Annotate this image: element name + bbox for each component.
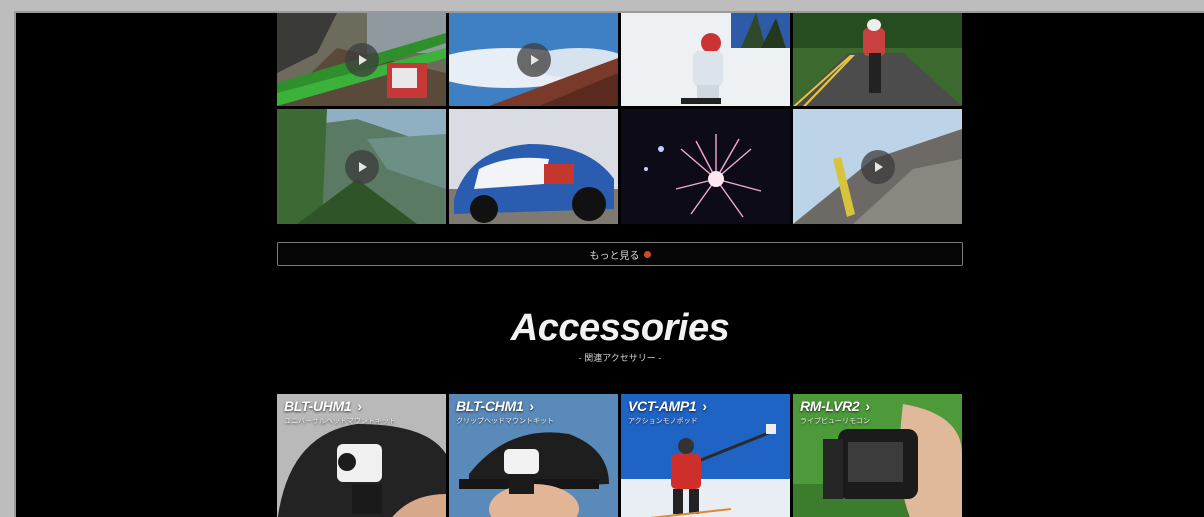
accessory-name: アクションモノポッド bbox=[628, 418, 698, 425]
accessory-card-rm-lvr2[interactable]: RM-LVR2 › ライブビューリモコン bbox=[793, 394, 962, 517]
section-subtitle: - 関連アクセサリー - bbox=[578, 353, 662, 363]
page-frame: もっと見る Accessories - 関連アクセサリー - BLT-UHM1 › bbox=[14, 11, 1204, 517]
accessory-model-label: RM-LVR2 bbox=[800, 398, 860, 414]
arrow-right-icon bbox=[643, 250, 651, 258]
video-thumb-5[interactable] bbox=[277, 109, 446, 224]
accessory-model: VCT-AMP1 › bbox=[628, 398, 707, 414]
video-thumb-image bbox=[449, 109, 618, 224]
accessory-model: BLT-UHM1 › bbox=[284, 398, 362, 414]
video-thumb-2[interactable] bbox=[449, 13, 618, 106]
video-thumb-3[interactable] bbox=[621, 13, 790, 106]
see-more-button[interactable]: もっと見る bbox=[277, 242, 963, 266]
play-icon[interactable] bbox=[516, 42, 551, 77]
video-thumb-image bbox=[621, 109, 790, 224]
accessory-model: RM-LVR2 › bbox=[800, 398, 870, 414]
accessory-name: クリップヘッドマウントキット bbox=[456, 418, 554, 425]
video-gallery bbox=[277, 13, 963, 224]
video-thumb-6[interactable] bbox=[449, 109, 618, 224]
chevron-right-icon: › bbox=[702, 398, 707, 414]
accessory-model-label: BLT-CHM1 bbox=[456, 398, 524, 414]
accessory-model: BLT-CHM1 › bbox=[456, 398, 534, 414]
see-more-label: もっと見る bbox=[589, 250, 640, 262]
accessory-card-blt-uhm1[interactable]: BLT-UHM1 › ユニバーサルヘッドマウントキット bbox=[277, 394, 446, 517]
accessory-card-blt-chm1[interactable]: BLT-CHM1 › クリップヘッドマウントキット bbox=[449, 394, 618, 517]
play-icon[interactable] bbox=[860, 149, 895, 184]
video-thumb-image bbox=[621, 13, 790, 106]
chevron-right-icon: › bbox=[865, 398, 870, 414]
accessories-grid: BLT-UHM1 › ユニバーサルヘッドマウントキット BLT-CHM1 › クリッ… bbox=[277, 394, 963, 517]
accessory-model-label: VCT-AMP1 bbox=[628, 398, 697, 414]
accessory-name: ユニバーサルヘッドマウントキット bbox=[284, 418, 396, 425]
accessory-name: ライブビューリモコン bbox=[800, 418, 870, 425]
play-icon[interactable] bbox=[344, 42, 379, 77]
video-thumb-8[interactable] bbox=[793, 109, 962, 224]
chevron-right-icon: › bbox=[357, 398, 362, 414]
video-thumb-4[interactable] bbox=[793, 13, 962, 106]
accessory-card-vct-amp1[interactable]: VCT-AMP1 › アクションモノポッド bbox=[621, 394, 790, 517]
play-icon[interactable] bbox=[344, 149, 379, 184]
video-thumb-7[interactable] bbox=[621, 109, 790, 224]
video-thumb-image bbox=[793, 13, 962, 106]
accessory-model-label: BLT-UHM1 bbox=[284, 398, 352, 414]
chevron-right-icon: › bbox=[529, 398, 534, 414]
video-thumb-1[interactable] bbox=[277, 13, 446, 106]
section-title: Accessories bbox=[510, 307, 730, 349]
main-content: もっと見る Accessories - 関連アクセサリー - BLT-UHM1 › bbox=[277, 13, 963, 517]
